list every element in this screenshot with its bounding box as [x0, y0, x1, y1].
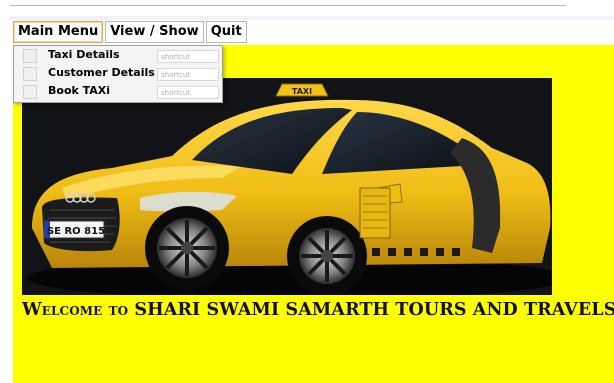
menu-item-label: Book TAXi — [48, 84, 111, 97]
shortcut-field: shortcut — [157, 50, 219, 63]
main-menu-button[interactable]: Main Menu — [13, 21, 104, 43]
app-window: Main Menu View / Show Quit TAXI SE RO 81… — [0, 0, 614, 383]
shortcut-field: shortcut — [157, 86, 219, 99]
taxi-roof-sign: TAXI — [292, 87, 312, 96]
quit-menu-button[interactable]: Quit — [205, 21, 247, 43]
welcome-banner-text: Welcome to SHARI SWAMI SAMARTH TOURS AND… — [22, 300, 614, 320]
license-plate-text: SE RO 815 — [47, 226, 105, 237]
view-show-menu-button[interactable]: View / Show — [105, 21, 204, 43]
title-divider — [10, 5, 566, 6]
menu-item-book-taxi[interactable]: Book TAXi shortcut — [14, 83, 222, 101]
menu-item-label: Taxi Details — [48, 48, 120, 61]
checkbox-icon — [23, 85, 37, 99]
main-menu-dropdown: Taxi Details shortcut Customer Details s… — [13, 45, 223, 103]
taxi-car-image: TAXI SE RO 815 — [22, 78, 552, 295]
menu-item-taxi-details[interactable]: Taxi Details shortcut — [14, 47, 222, 65]
checkbox-icon — [23, 49, 37, 63]
checkbox-icon — [23, 67, 37, 81]
menubar: Main Menu View / Show Quit — [13, 21, 247, 43]
menu-item-customer-details[interactable]: Customer Details shortcut — [14, 65, 222, 83]
shortcut-field: shortcut — [157, 68, 219, 81]
taxi-car-icon: TAXI SE RO 815 — [22, 78, 552, 295]
menu-item-label: Customer Details — [48, 66, 155, 79]
menubar-band — [10, 16, 614, 20]
